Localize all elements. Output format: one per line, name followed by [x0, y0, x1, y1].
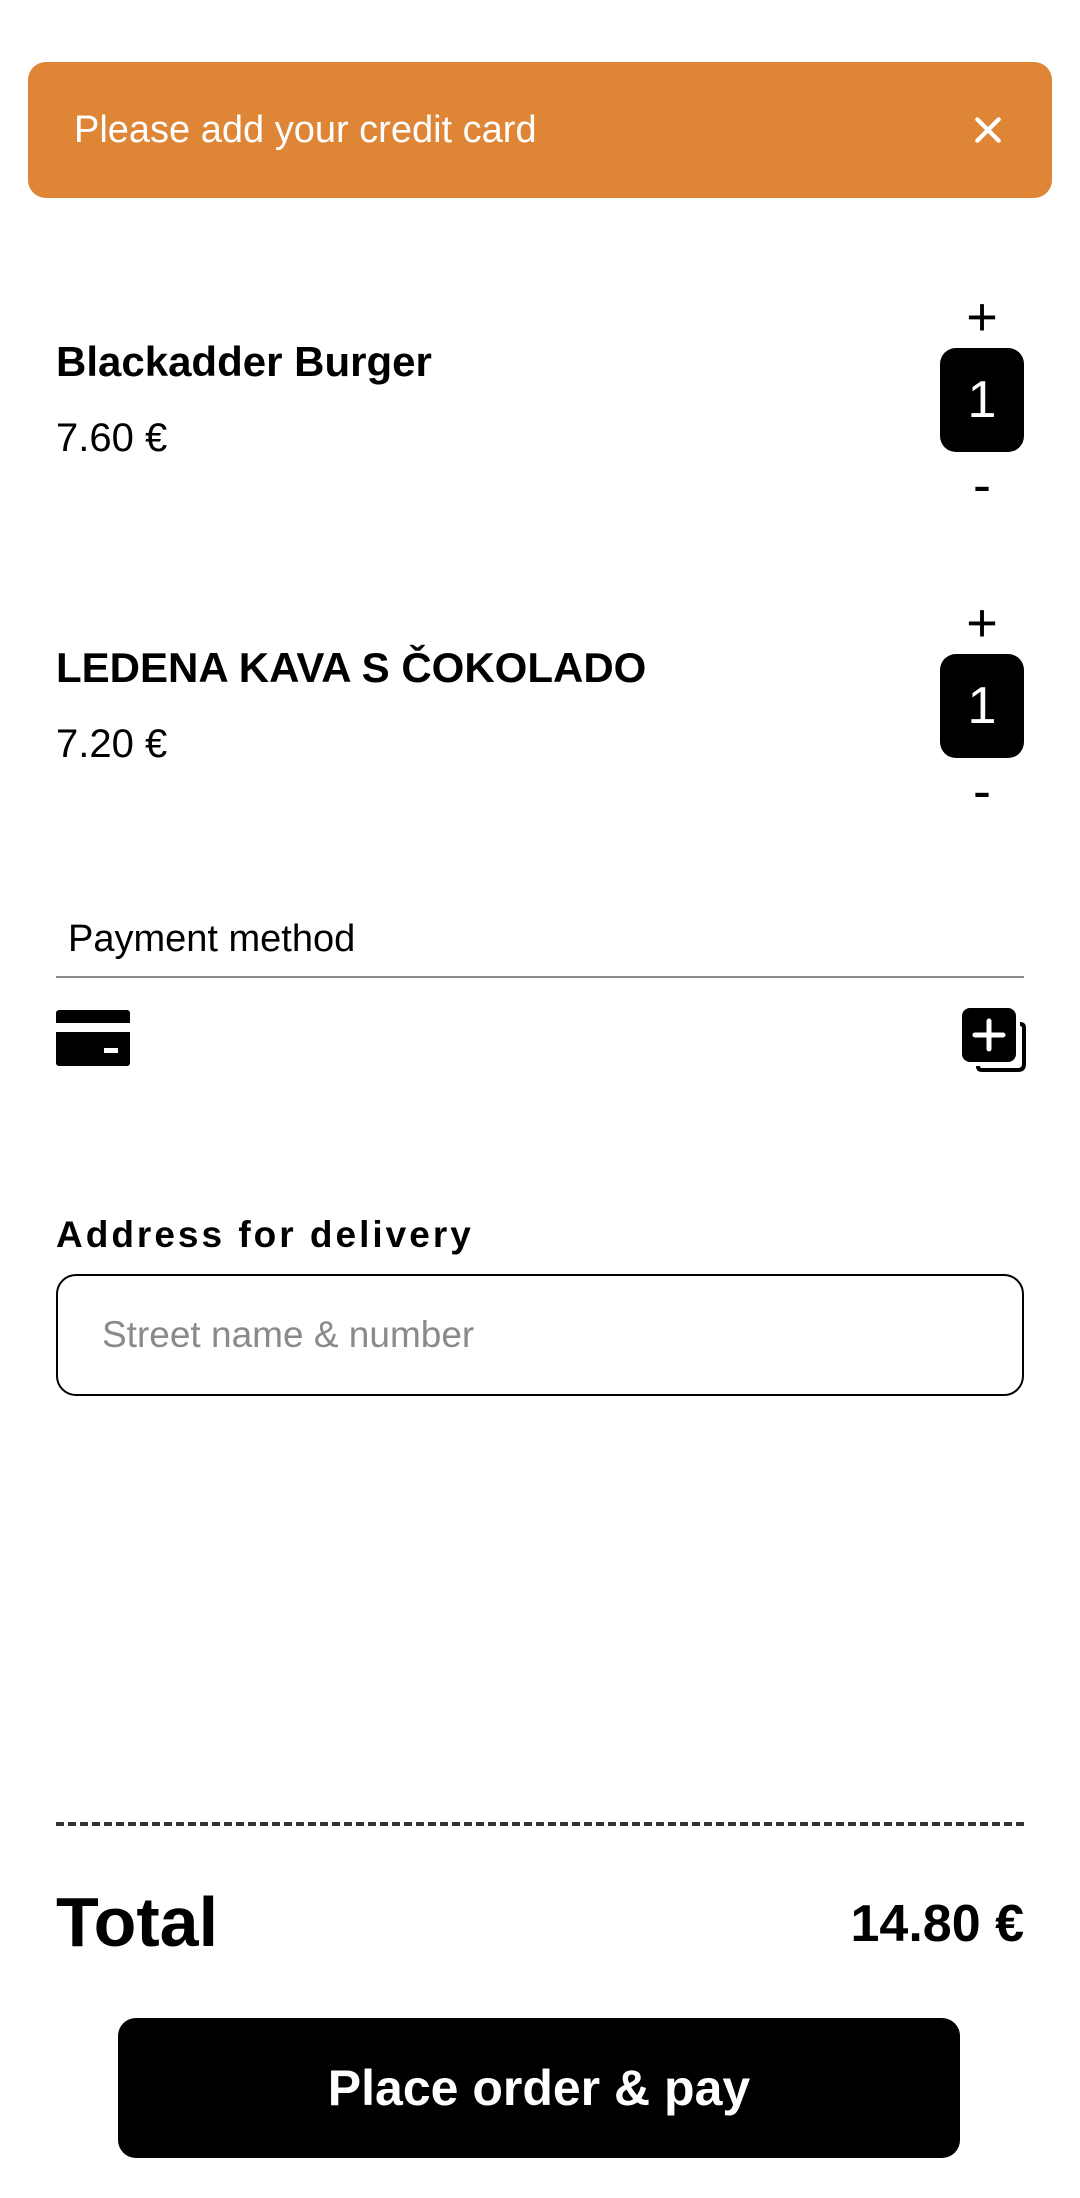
- place-order-button[interactable]: Place order & pay: [118, 2018, 960, 2158]
- item-price: 7.20 €: [56, 722, 168, 766]
- cart-item: Blackadder Burger 7.60 € + 1 -: [56, 290, 1024, 520]
- street-address-input[interactable]: [56, 1274, 1024, 1396]
- close-icon[interactable]: [968, 110, 1008, 150]
- alert-message: Please add your credit card: [74, 108, 537, 151]
- increment-button[interactable]: +: [940, 290, 1024, 344]
- address-label: Address for delivery: [56, 1214, 474, 1255]
- total-amount: 14.80 €: [850, 1895, 1025, 1953]
- quantity-stepper: + 1 -: [940, 290, 1024, 520]
- credit-card-icon[interactable]: [56, 1010, 130, 1066]
- item-name: Blackadder Burger: [56, 338, 432, 385]
- quantity-value: 1: [940, 654, 1024, 758]
- item-price: 7.60 €: [56, 416, 168, 460]
- increment-button[interactable]: +: [940, 596, 1024, 650]
- payment-method-label: Payment method: [68, 918, 356, 960]
- quantity-value: 1: [940, 348, 1024, 452]
- credit-card-alert: Please add your credit card: [28, 62, 1052, 198]
- decrement-button[interactable]: -: [940, 458, 1024, 512]
- quantity-stepper: + 1 -: [940, 596, 1024, 826]
- add-card-icon[interactable]: [960, 1006, 1026, 1072]
- payment-divider: [56, 976, 1024, 978]
- summary-divider: [56, 1822, 1024, 1826]
- total-label: Total: [56, 1883, 219, 1961]
- cart-item: LEDENA KAVA S ČOKOLADO 7.20 € + 1 -: [56, 596, 1024, 826]
- decrement-button[interactable]: -: [940, 764, 1024, 818]
- item-name: LEDENA KAVA S ČOKOLADO: [56, 644, 647, 691]
